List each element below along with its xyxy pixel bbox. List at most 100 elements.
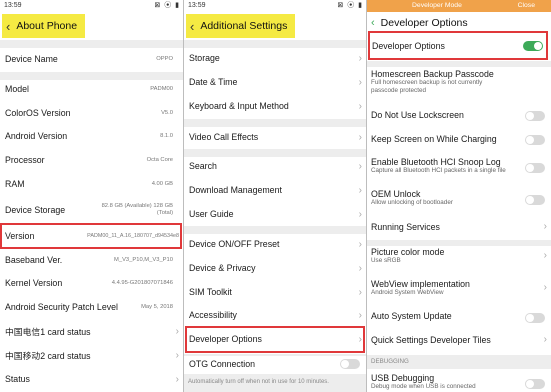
status-icons: ⊠ ⦿ ▮ (154, 2, 180, 9)
list-item-date-time[interactable]: Date & Time › (184, 72, 366, 92)
divider (0, 40, 183, 48)
list-item-user-guide[interactable]: User Guide › (184, 204, 366, 224)
back-arrow-icon[interactable]: ‹ (190, 19, 194, 34)
list-item-card2-status[interactable]: 中国移动2 card status › (0, 346, 183, 364)
list-item-device-storage: Device Storage 82.8 GB (Available) 128 G… (0, 199, 183, 221)
list-item-do-not-use-lockscreen[interactable]: Do Not Use Lockscreen (371, 110, 551, 124)
list-item-quick-settings-tiles[interactable]: Quick Settings Developer Tiles › (371, 334, 551, 349)
list-item-otg-connection[interactable]: OTG Connection (184, 356, 366, 372)
list-item-ram: RAM 4.00 GB (0, 175, 183, 193)
chevron-right-icon: › (175, 349, 179, 361)
row-value: M_V3_P10,M_V3_P10 (114, 256, 173, 263)
row-label: Device Storage (5, 205, 66, 215)
usb-debugging-toggle[interactable] (525, 379, 545, 389)
divider (184, 226, 366, 234)
chevron-right-icon: › (358, 52, 362, 64)
list-item-device-onoff-preset[interactable]: Device ON/OFF Preset › (184, 234, 366, 254)
list-item-accessibility[interactable]: Accessibility › (184, 305, 366, 325)
status-time: 13:59 (4, 2, 22, 9)
list-item-bluetooth-hci-snoop[interactable]: Enable Bluetooth HCI Snoop Log Capture a… (371, 157, 551, 175)
chevron-right-icon: › (358, 286, 362, 298)
row-value: OPPO (156, 55, 173, 62)
list-item-webview-implementation[interactable]: WebView implementation Android System We… (371, 279, 551, 297)
list-item-security-patch: Android Security Patch Level May 5, 2018 (0, 298, 183, 316)
row-value: 4.4.95-G201807071846 (111, 279, 173, 286)
divider (367, 240, 551, 246)
list-item-baseband: Baseband Ver. M_V3_P10,M_V3_P10 (0, 251, 183, 269)
divider (0, 72, 183, 80)
lockscreen-toggle[interactable] (525, 111, 545, 121)
back-arrow-icon[interactable]: ‹ (371, 17, 375, 29)
row-value: 4.00 GB (151, 180, 173, 187)
list-item-processor: Processor Octa Core (0, 151, 183, 169)
divider (184, 40, 366, 48)
list-item-search[interactable]: Search › (184, 156, 366, 176)
chevron-right-icon: › (358, 309, 362, 321)
list-item-android-version: Android Version 8.1.0 (0, 127, 183, 145)
item-subtitle: Debug mode when USB is connected (371, 383, 476, 390)
item-title: Quick Settings Developer Tiles (371, 335, 491, 345)
section-header-debugging: DEBUGGING (367, 355, 551, 369)
list-item-device-privacy[interactable]: Device & Privacy › (184, 258, 366, 278)
row-label: ColorOS Version (5, 108, 71, 118)
row-label: Date & Time (189, 77, 238, 87)
otg-footer-note: Automatically turn off when not in use f… (184, 374, 366, 392)
list-item-keyboard[interactable]: Keyboard & Input Method › (184, 96, 366, 116)
keep-screen-on-toggle[interactable] (525, 135, 545, 145)
banner-close-button[interactable]: Close (518, 0, 535, 12)
chevron-right-icon: › (358, 76, 362, 88)
oem-unlock-toggle[interactable] (525, 195, 545, 205)
list-item-card1-status[interactable]: 中国电信1 card status › (0, 322, 183, 340)
row-value: May 5, 2018 (141, 303, 173, 310)
row-value: PADM00 (150, 85, 173, 92)
list-item-picture-color-mode[interactable]: Picture color mode Use sRGB › (371, 247, 551, 265)
page-title: About Phone (16, 20, 78, 32)
row-label: 中国移动2 card status (5, 350, 91, 361)
list-item-device-name[interactable]: Device Name OPPO (0, 48, 183, 70)
divider (367, 61, 551, 67)
list-item-homescreen-backup-passcode[interactable]: Homescreen Backup Passcode Full homescre… (371, 69, 551, 94)
row-label: Model (5, 84, 29, 94)
row-label: Processor (5, 155, 45, 165)
row-label: Download Management (189, 185, 282, 195)
list-item-usb-debugging[interactable]: USB Debugging Debug mode when USB is con… (371, 373, 551, 391)
item-title: USB Debugging (371, 373, 435, 383)
row-label: Status (5, 374, 30, 384)
bluetooth-hci-toggle[interactable] (525, 163, 545, 173)
back-arrow-icon[interactable]: ‹ (6, 19, 10, 34)
chevron-right-icon: › (543, 334, 547, 345)
row-value: 8.1.0 (160, 132, 173, 139)
row-label: Search (189, 161, 217, 171)
list-item-coloros-version: ColorOS Version V5.0 (0, 104, 183, 122)
list-item-video-call-effects[interactable]: Video Call Effects › (184, 127, 366, 147)
list-item-status[interactable]: Status › (0, 370, 183, 388)
list-item-auto-system-update[interactable]: Auto System Update (371, 311, 551, 325)
list-item-keep-screen-on[interactable]: Keep Screen on While Charging (371, 134, 551, 148)
item-title: Enable Bluetooth HCI Snoop Log (371, 157, 501, 167)
chevron-right-icon: › (175, 373, 179, 385)
status-bar: 13:59 ⊠ ⦿ ▮ (184, 0, 366, 12)
chevron-right-icon: › (358, 184, 362, 196)
list-item-storage[interactable]: Storage › (184, 48, 366, 68)
row-label: Android Security Patch Level (5, 302, 118, 312)
list-item-kernel: Kernel Version 4.4.95-G201807071846 (0, 274, 183, 292)
developer-options-header: ‹ Developer Options (371, 17, 468, 29)
item-subtitle: Use sRGB (371, 257, 401, 264)
chevron-right-icon: › (358, 208, 362, 220)
developer-mode-banner: Developer Mode Close (367, 0, 551, 12)
banner-label: Developer Mode (412, 2, 462, 9)
item-title: Do Not Use Lockscreen (371, 110, 464, 120)
list-item-download-management[interactable]: Download Management › (184, 180, 366, 200)
list-item-running-services[interactable]: Running Services › (371, 221, 551, 236)
auto-update-toggle[interactable] (525, 313, 545, 323)
list-item-oem-unlock[interactable]: OEM Unlock Allow unlocking of bootloader (371, 189, 551, 207)
list-item-sim-toolkit[interactable]: SIM Toolkit › (184, 282, 366, 302)
otg-toggle[interactable] (340, 359, 360, 369)
row-label: OTG Connection (189, 359, 256, 369)
chevron-right-icon: › (358, 131, 362, 143)
additional-settings-panel: 13:59 ⊠ ⦿ ▮ ‹ Additional Settings Storag… (184, 0, 367, 392)
row-label: RAM (5, 179, 25, 189)
row-label: Video Call Effects (189, 132, 259, 142)
row-label: Device ON/OFF Preset (189, 239, 280, 249)
item-title: Picture color mode (371, 247, 445, 257)
